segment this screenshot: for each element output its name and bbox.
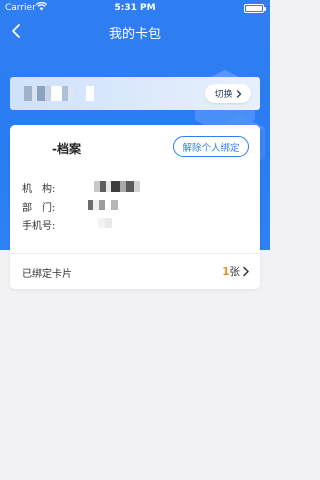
card-holder-name: -档案 [52,142,81,156]
org-field-label: 机 构: [22,184,56,195]
phone-field: 手机号: [22,217,68,232]
bound-count-number: 1 [222,266,230,278]
org-value-redacted [94,181,140,192]
bound-cards-count: 1张 [222,264,240,279]
org-switch-bar: 切换 [10,77,260,110]
bound-cards-label: 已绑定卡片 [22,269,72,280]
bound-count-unit: 张 [229,266,241,278]
department-field-label: 部 门: [22,203,56,214]
clock: 5:31 PM [114,3,156,13]
phone-field-label: 手机号: [22,221,56,232]
battery-icon [244,4,266,13]
nav-bar: 我的卡包 [0,18,270,44]
switch-org-button[interactable]: 切换 [205,84,251,103]
department-field: 部 门: [22,199,68,214]
page-title: 我的卡包 [108,27,161,42]
chevron-right-icon [236,89,241,98]
switch-label: 切换 [214,90,233,100]
archive-card: -档案 解除个人绑定 机 构: 部 门: 手机号: 已绑定卡片 1张 [10,125,260,289]
department-value-redacted [88,200,118,210]
org-field: 机 构: [22,180,68,195]
bound-cards-row[interactable]: 已绑定卡片 1张 [10,254,260,289]
chevron-right-icon [243,266,249,277]
unbind-personal-button[interactable]: 解除个人绑定 [173,136,249,157]
status-bar: Carrier 5:31 PM [0,0,270,16]
org-name-redacted [24,86,94,101]
phone-value-redacted [98,218,112,228]
